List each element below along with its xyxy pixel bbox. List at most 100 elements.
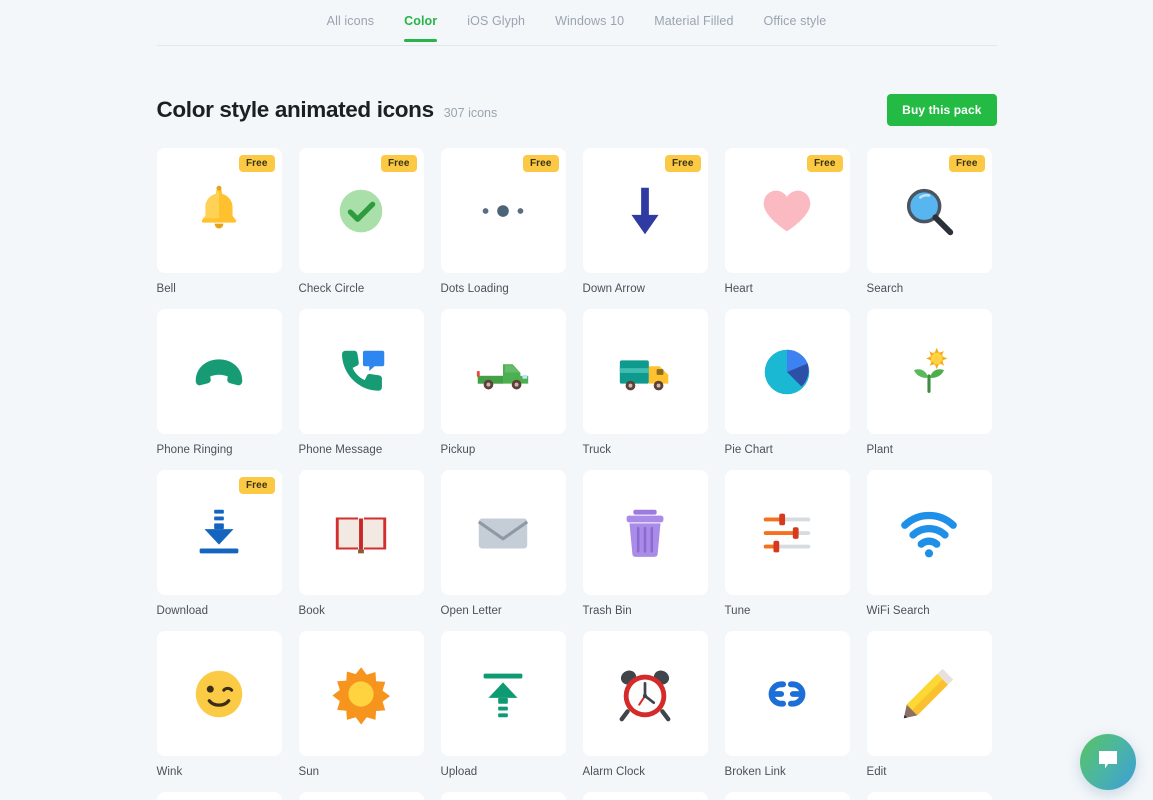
icon-card-wink-icon[interactable] <box>156 631 282 756</box>
icon-cell: Edit <box>866 631 992 778</box>
icon-card-trash-bin-icon[interactable] <box>582 470 708 595</box>
icon-card-phone-message-icon[interactable] <box>298 309 424 434</box>
icon-card-open-letter-icon[interactable] <box>440 470 566 595</box>
icon-cell: Open Letter <box>440 470 566 617</box>
tab-color[interactable]: Color <box>404 14 438 42</box>
free-badge: Free <box>806 155 843 172</box>
wifi-search-icon <box>898 502 960 564</box>
down-arrow-icon <box>614 180 676 242</box>
icon-label: WiFi Search <box>866 605 930 617</box>
icon-cell: WiFi Search <box>866 470 992 617</box>
icon-cell: Book <box>298 470 424 617</box>
upload-icon <box>472 663 534 725</box>
icon-card-broken-link-icon[interactable] <box>724 631 850 756</box>
icon-card-upload-icon[interactable] <box>440 631 566 756</box>
icon-cell <box>440 792 566 800</box>
icon-cell: Alarm Clock <box>582 631 708 778</box>
icon-card-placeholder-icon[interactable] <box>582 792 708 800</box>
icon-label: Heart <box>724 283 753 295</box>
icon-card-placeholder-icon[interactable] <box>156 792 282 800</box>
icon-cell: Truck <box>582 309 708 456</box>
pickup-truck-icon <box>472 341 534 403</box>
icon-card-book-icon[interactable] <box>298 470 424 595</box>
dots-loading-icon <box>472 180 534 242</box>
icon-cell <box>156 792 282 800</box>
icon-card-sun-icon[interactable] <box>298 631 424 756</box>
icon-label: Dots Loading <box>440 283 509 295</box>
icon-label: Tune <box>724 605 751 617</box>
icon-count: 307 icons <box>443 106 498 120</box>
open-letter-icon <box>472 502 534 564</box>
icon-card-dots-loading-icon[interactable]: Free <box>440 148 566 273</box>
tab-windows-10[interactable]: Windows 10 <box>555 14 624 41</box>
icon-card-bell-icon[interactable]: Free <box>156 148 282 273</box>
icon-cell: Free Download <box>156 470 282 617</box>
icon-label: Bell <box>156 283 176 295</box>
icon-grid: Free Bell Free Check Circle Free Dots Loading… <box>156 148 997 800</box>
icon-cell: Broken Link <box>724 631 850 778</box>
icon-cell: Free Bell <box>156 148 282 295</box>
icon-label: Pickup <box>440 444 476 456</box>
icon-card-placeholder-icon[interactable] <box>440 792 566 800</box>
tab-office-style[interactable]: Office style <box>764 14 827 41</box>
icon-card-plant-icon[interactable] <box>866 309 992 434</box>
icon-cell: Free Search <box>866 148 992 295</box>
icon-card-edit-pencil-icon[interactable] <box>866 631 992 756</box>
icon-cell: Pie Chart <box>724 309 850 456</box>
icon-label: Trash Bin <box>582 605 632 617</box>
icon-card-placeholder-icon[interactable] <box>866 792 992 800</box>
icon-cell: Phone Ringing <box>156 309 282 456</box>
icon-card-pie-chart-icon[interactable] <box>724 309 850 434</box>
icon-card-check-circle-icon[interactable]: Free <box>298 148 424 273</box>
icon-label: Broken Link <box>724 766 786 778</box>
sun-icon <box>330 663 392 725</box>
icon-label: Sun <box>298 766 320 778</box>
icon-card-down-arrow-icon[interactable]: Free <box>582 148 708 273</box>
buy-this-pack-button[interactable]: Buy this pack <box>887 94 997 126</box>
icon-label: Phone Ringing <box>156 444 233 456</box>
chat-widget-button[interactable] <box>1080 734 1136 790</box>
icon-card-placeholder-icon[interactable] <box>724 792 850 800</box>
truck-icon <box>614 341 676 403</box>
search-icon <box>898 180 960 242</box>
alarm-clock-icon <box>614 663 676 725</box>
tab-ios-glyph[interactable]: iOS Glyph <box>467 14 525 41</box>
icon-cell: Free Heart <box>724 148 850 295</box>
icon-card-wifi-search-icon[interactable] <box>866 470 992 595</box>
icon-label: Upload <box>440 766 478 778</box>
download-icon <box>188 502 250 564</box>
tab-all-icons[interactable]: All icons <box>327 14 374 41</box>
icon-cell <box>724 792 850 800</box>
icon-card-heart-icon[interactable]: Free <box>724 148 850 273</box>
icon-label: Wink <box>156 766 183 778</box>
icon-card-alarm-clock-icon[interactable] <box>582 631 708 756</box>
icon-cell <box>298 792 424 800</box>
icon-card-phone-ringing-icon[interactable] <box>156 309 282 434</box>
free-badge: Free <box>238 477 275 494</box>
trash-bin-icon <box>614 502 676 564</box>
tab-material-filled[interactable]: Material Filled <box>654 14 733 41</box>
category-tablist: All icons Color iOS Glyph Windows 10 Materia… <box>156 0 997 46</box>
chat-bubble-icon <box>1095 747 1121 778</box>
icon-cell <box>866 792 992 800</box>
plant-icon <box>898 341 960 403</box>
icon-label: Alarm Clock <box>582 766 646 778</box>
icon-cell: Tune <box>724 470 850 617</box>
free-badge: Free <box>238 155 275 172</box>
check-circle-icon <box>330 180 392 242</box>
icon-card-search-icon[interactable]: Free <box>866 148 992 273</box>
icon-label: Search <box>866 283 904 295</box>
icon-card-placeholder-icon[interactable] <box>298 792 424 800</box>
icon-card-truck-icon[interactable] <box>582 309 708 434</box>
icon-cell: Pickup <box>440 309 566 456</box>
icon-card-pickup-truck-icon[interactable] <box>440 309 566 434</box>
icon-card-tune-icon[interactable] <box>724 470 850 595</box>
icon-label: Pie Chart <box>724 444 773 456</box>
icon-label: Book <box>298 605 325 617</box>
icon-cell <box>582 792 708 800</box>
icon-card-download-icon[interactable]: Free <box>156 470 282 595</box>
free-badge: Free <box>380 155 417 172</box>
icon-cell: Sun <box>298 631 424 778</box>
book-icon <box>330 502 392 564</box>
pack-header: Color style animated icons 307 icons Buy… <box>157 84 997 136</box>
